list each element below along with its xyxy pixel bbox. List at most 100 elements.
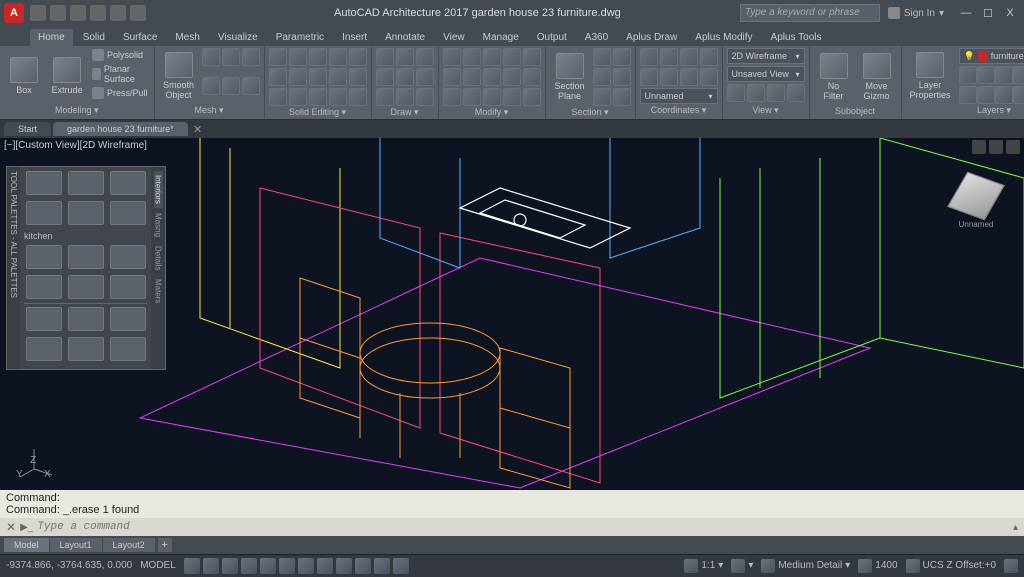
file-tab[interactable]: Start xyxy=(4,122,51,136)
coord-tool-icon[interactable] xyxy=(660,68,678,86)
section-tool-icon[interactable] xyxy=(613,88,631,106)
ribbon-tab-annotate[interactable]: Annotate xyxy=(377,29,433,46)
palette-item[interactable] xyxy=(68,201,104,225)
modify-tool-icon[interactable] xyxy=(463,88,481,106)
coord-tool-icon[interactable] xyxy=(660,48,678,66)
ribbon-tab-aplus-modify[interactable]: Aplus Modify xyxy=(687,29,760,46)
palette-item[interactable] xyxy=(110,201,146,225)
ribbon-tab-aplus-tools[interactable]: Aplus Tools xyxy=(763,29,830,46)
layer-tool-icon[interactable] xyxy=(995,66,1013,84)
palette-tab-interiors[interactable]: Interiors xyxy=(154,171,163,208)
polysolid-button[interactable]: Polysolid xyxy=(90,48,150,62)
palette-item[interactable] xyxy=(26,245,62,269)
solid-edit-icon[interactable] xyxy=(309,48,327,66)
modify-tool-icon[interactable] xyxy=(523,68,541,86)
layout-tab-layout2[interactable]: Layout2 xyxy=(103,538,155,552)
ribbon-tab-insert[interactable]: Insert xyxy=(334,29,375,46)
view-tool-icon[interactable] xyxy=(727,84,745,102)
palette-item[interactable] xyxy=(110,275,146,299)
mesh-icon[interactable] xyxy=(222,77,240,95)
coord-tool-icon[interactable] xyxy=(680,68,698,86)
palette-item[interactable] xyxy=(110,171,146,195)
add-layout-button[interactable]: + xyxy=(158,538,172,552)
draw-tool-icon[interactable] xyxy=(416,88,434,106)
box-button[interactable]: Box xyxy=(4,48,44,104)
ribbon-tab-mesh[interactable]: Mesh xyxy=(167,29,207,46)
solid-edit-icon[interactable] xyxy=(269,68,287,86)
modify-tool-icon[interactable] xyxy=(443,68,461,86)
layer-tool-icon[interactable] xyxy=(977,66,995,84)
ucs-offset[interactable]: UCS Z Offset:+0 xyxy=(906,559,996,573)
zoom-button[interactable]: 1400 xyxy=(858,559,897,573)
draw-tool-icon[interactable] xyxy=(416,68,434,86)
section-tool-icon[interactable] xyxy=(613,48,631,66)
modify-tool-icon[interactable] xyxy=(523,48,541,66)
extrude-button[interactable]: Extrude xyxy=(47,48,87,104)
status-toggle-icon[interactable] xyxy=(222,558,238,574)
panel-label-coordinates[interactable]: Coordinates ▾ xyxy=(640,104,718,117)
solid-edit-icon[interactable] xyxy=(269,48,287,66)
scale-button[interactable]: 1:1▾ xyxy=(684,559,723,573)
solid-edit-icon[interactable] xyxy=(329,68,347,86)
named-view-dropdown[interactable]: Unsaved View xyxy=(727,66,805,82)
modify-tool-icon[interactable] xyxy=(523,88,541,106)
palette-item[interactable] xyxy=(68,337,104,361)
palette-tab-maters[interactable]: Maters xyxy=(154,275,163,307)
ribbon-tab-surface[interactable]: Surface xyxy=(115,29,165,46)
ribbon-tab-visualize[interactable]: Visualize xyxy=(210,29,266,46)
palette-item[interactable] xyxy=(68,307,104,331)
minimize-button[interactable]: — xyxy=(956,4,976,22)
panel-label-solid-editing[interactable]: Solid Editing ▾ xyxy=(269,106,367,119)
solid-edit-icon[interactable] xyxy=(309,88,327,106)
coord-tool-icon[interactable] xyxy=(640,68,658,86)
file-tab[interactable]: garden house 23 furniture* xyxy=(53,122,188,136)
detail-button[interactable]: Medium Detail▾ xyxy=(761,559,850,573)
palette-item[interactable] xyxy=(110,245,146,269)
mesh-icon[interactable] xyxy=(202,48,220,66)
solid-edit-icon[interactable] xyxy=(329,48,347,66)
qat-print-icon[interactable] xyxy=(130,5,146,21)
palette-item[interactable] xyxy=(68,171,104,195)
status-toggle-icon[interactable] xyxy=(279,558,295,574)
palette-item[interactable] xyxy=(68,275,104,299)
modify-tool-icon[interactable] xyxy=(483,68,501,86)
command-input[interactable] xyxy=(37,521,1009,533)
panel-label-subobject[interactable]: Subobject xyxy=(814,105,897,117)
recent-commands-icon[interactable]: ▴ xyxy=(1013,522,1018,533)
panel-label-modeling[interactable]: Modeling ▾ xyxy=(4,104,150,117)
status-toggle-icon[interactable] xyxy=(374,558,390,574)
customize-button[interactable] xyxy=(1004,559,1018,573)
layer-tool-icon[interactable] xyxy=(1013,86,1024,104)
solid-edit-icon[interactable] xyxy=(269,88,287,106)
draw-tool-icon[interactable] xyxy=(416,48,434,66)
layout-tab-layout1[interactable]: Layout1 xyxy=(50,538,102,552)
section-tool-icon[interactable] xyxy=(613,68,631,86)
press-pull-button[interactable]: Press/Pull xyxy=(90,86,150,100)
palette-item[interactable] xyxy=(26,171,62,195)
modify-tool-icon[interactable] xyxy=(483,48,501,66)
draw-tool-icon[interactable] xyxy=(376,48,394,66)
palette-item[interactable] xyxy=(26,275,62,299)
ribbon-tab-view[interactable]: View xyxy=(435,29,473,46)
coord-tool-icon[interactable] xyxy=(640,48,658,66)
section-tool-icon[interactable] xyxy=(593,48,611,66)
palette-item[interactable] xyxy=(26,307,62,331)
layer-dropdown[interactable]: 💡furniture xyxy=(959,48,1024,64)
visual-style-dropdown[interactable]: 2D Wireframe xyxy=(727,48,805,64)
app-logo[interactable]: A xyxy=(4,3,24,23)
modify-tool-icon[interactable] xyxy=(503,88,521,106)
panel-label-view[interactable]: View ▾ xyxy=(727,104,805,117)
section-tool-icon[interactable] xyxy=(593,88,611,106)
status-toggle-icon[interactable] xyxy=(393,558,409,574)
draw-tool-icon[interactable] xyxy=(376,68,394,86)
solid-edit-icon[interactable] xyxy=(309,68,327,86)
panel-label-layers[interactable]: Layers ▾ xyxy=(906,104,1024,117)
mesh-icon[interactable] xyxy=(222,48,240,66)
modify-tool-icon[interactable] xyxy=(483,88,501,106)
ribbon-tab-a360[interactable]: A360 xyxy=(577,29,616,46)
solid-edit-icon[interactable] xyxy=(289,88,307,106)
viewcube[interactable]: Unnamed xyxy=(948,168,1004,224)
layer-properties-button[interactable]: Layer Properties xyxy=(906,48,955,104)
palette-item[interactable] xyxy=(110,337,146,361)
qat-redo-icon[interactable] xyxy=(110,5,126,21)
